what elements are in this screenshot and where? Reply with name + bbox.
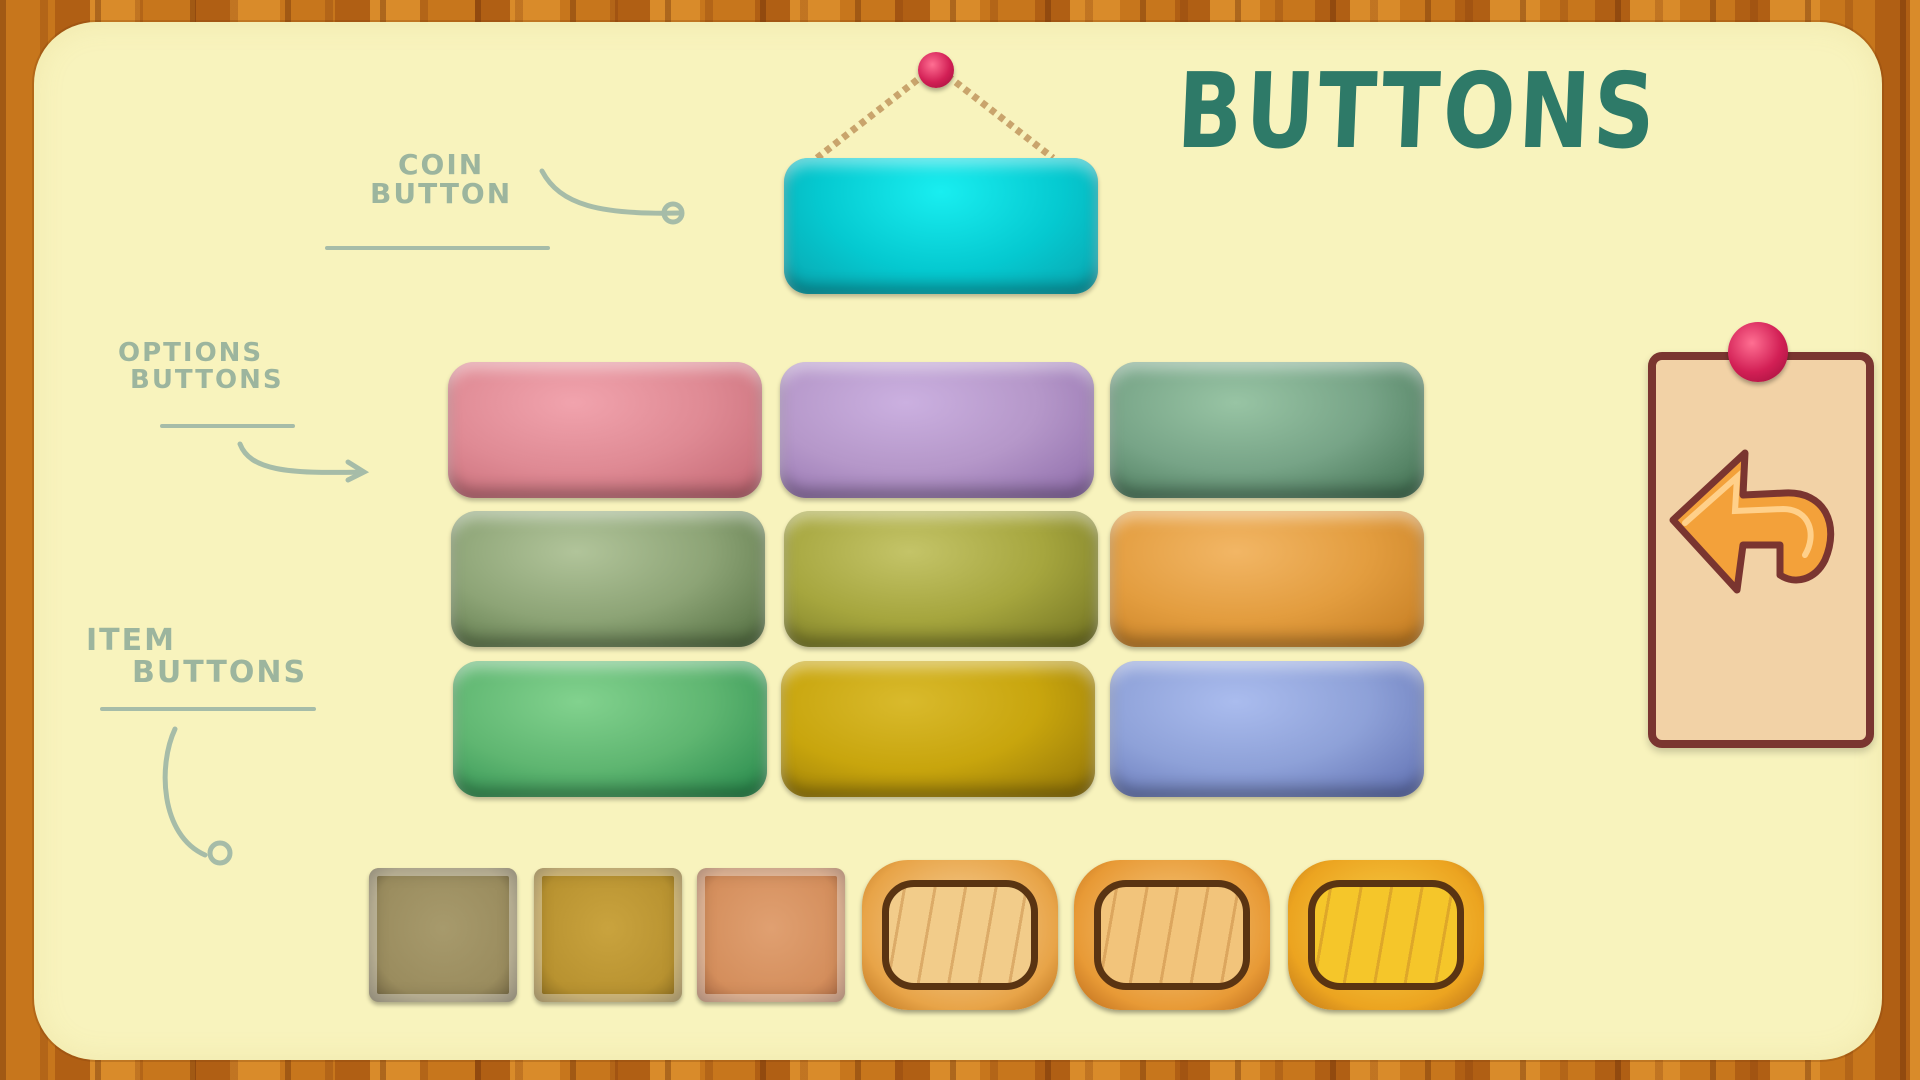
page-title: BUTTONS [1174,50,1661,172]
option-button-purple[interactable] [780,362,1094,498]
coin-note-line1: COIN [398,148,485,181]
back-button-pin [1728,322,1788,382]
wood-button-light[interactable] [862,860,1058,1010]
back-arrow-icon [1669,449,1835,594]
options-note-line2: BUTTONS [130,365,284,396]
item-note-arrow-icon [162,726,233,866]
option-button-olive[interactable] [784,511,1098,647]
wood-button-yellow-frame [1308,880,1464,990]
coin-note-arrow-icon [539,168,685,225]
option-button-teal-green[interactable] [1110,362,1424,498]
option-button-pink[interactable] [448,362,762,498]
wood-button-yellow[interactable] [1288,860,1484,1010]
options-buttons-note: OPTIONS BUTTONS [118,338,284,396]
coin-note-underline [325,246,550,250]
coin-note-line2: BUTTON [370,177,513,211]
option-button-sage[interactable] [451,511,765,647]
item-button-gold[interactable] [534,868,682,1002]
item-buttons-note: ITEM BUTTONS [86,625,307,688]
item-note-underline [100,707,316,711]
options-note-underline [160,424,295,428]
wood-button-light-frame [882,880,1038,990]
wood-button-amber-frame [1094,880,1250,990]
coin-button-pin [918,52,954,88]
item-button-peach[interactable] [697,868,845,1002]
wood-button-amber[interactable] [1074,860,1270,1010]
option-button-blue[interactable] [1110,661,1424,797]
options-note-arrow-icon [237,441,370,483]
coin-button[interactable] [784,158,1098,294]
coin-button-note: COIN BUTTON [370,150,512,209]
item-note-line2: BUTTONS [132,654,308,690]
option-button-green[interactable] [453,661,767,797]
item-note-line1: ITEM [86,623,176,658]
item-button-khaki[interactable] [369,868,517,1002]
option-button-mustard[interactable] [781,661,1095,797]
option-button-orange[interactable] [1110,511,1424,647]
options-note-line1: OPTIONS [118,338,264,368]
